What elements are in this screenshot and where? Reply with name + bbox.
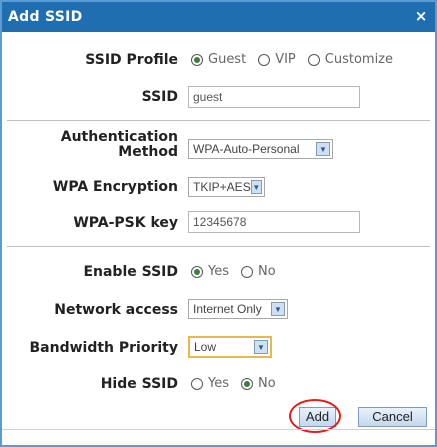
section-divider: [7, 120, 430, 121]
enable-ssid-label: Enable SSID: [83, 264, 178, 280]
chevron-down-icon: ▼: [271, 302, 285, 316]
bandwidth-priority-select[interactable]: Low ▼: [188, 336, 272, 358]
network-access-value: Internet Only: [193, 302, 262, 316]
enable-ssid-option-label: No: [258, 264, 276, 279]
section-divider: [7, 246, 430, 247]
enable-ssid-option-yes[interactable]: Yes: [191, 264, 229, 279]
cancel-button[interactable]: Cancel: [358, 407, 427, 427]
wpa-encryption-value: TKIP+AES: [193, 180, 251, 194]
bandwidth-priority-label: Bandwidth Priority: [29, 340, 179, 356]
authentication-method-select[interactable]: WPA-Auto-Personal ▼: [188, 139, 333, 159]
dialog-title: Add SSID: [8, 9, 83, 25]
ssid-profile-option-vip[interactable]: VIP: [258, 52, 296, 67]
enable-ssid-option-no[interactable]: No: [241, 264, 276, 279]
radio-unselected-icon: [241, 265, 253, 278]
wpa-encryption-label: WPA Encryption: [52, 179, 178, 195]
radio-selected-icon: [241, 377, 253, 390]
add-button[interactable]: Add: [299, 407, 336, 427]
ssid-profile-option-customize[interactable]: Customize: [307, 52, 394, 67]
bandwidth-priority-value: Low: [194, 340, 217, 354]
hide-ssid-option-no[interactable]: No: [241, 376, 276, 391]
hide-ssid-radio-group: Yes No: [191, 376, 288, 391]
ssid-label: SSID: [141, 89, 178, 105]
add-ssid-dialog: Add SSID × SSID Profile Guest VIP Custom…: [0, 0, 437, 447]
wpa-psk-key-label: WPA-PSK key: [73, 215, 178, 231]
radio-selected-icon: [191, 53, 203, 66]
chevron-down-icon: ▼: [254, 340, 268, 354]
authentication-method-label: Authentication Method: [60, 129, 178, 160]
enable-ssid-radio-group: Yes No: [191, 264, 288, 279]
radio-unselected-icon: [307, 53, 320, 66]
ssid-profile-option-guest[interactable]: Guest: [191, 52, 246, 67]
network-access-select[interactable]: Internet Only ▼: [188, 299, 288, 319]
chevron-down-icon: ▼: [316, 142, 330, 156]
enable-ssid-option-label: Yes: [208, 264, 229, 279]
authentication-method-value: WPA-Auto-Personal: [193, 142, 300, 156]
wpa-encryption-select[interactable]: TKIP+AES ▼: [188, 177, 265, 197]
hide-ssid-label: Hide SSID: [100, 376, 178, 392]
hide-ssid-option-label: Yes: [208, 376, 229, 391]
wpa-psk-key-input[interactable]: 12345678: [188, 211, 360, 233]
close-icon[interactable]: ×: [412, 6, 430, 26]
hide-ssid-option-label: No: [258, 376, 276, 391]
dialog-titlebar: Add SSID ×: [2, 2, 435, 32]
network-access-label: Network access: [54, 302, 178, 318]
radio-unselected-icon: [191, 377, 203, 390]
ssid-profile-option-label: VIP: [275, 52, 296, 67]
ssid-profile-option-label: Customize: [324, 52, 394, 67]
chevron-down-icon: ▼: [250, 180, 262, 194]
ssid-profile-label: SSID Profile: [85, 52, 178, 68]
radio-unselected-icon: [258, 53, 271, 66]
ssid-input[interactable]: guest: [188, 86, 360, 108]
radio-selected-icon: [191, 265, 203, 278]
hide-ssid-option-yes[interactable]: Yes: [191, 376, 229, 391]
ssid-profile-radio-group: Guest VIP Customize: [191, 52, 393, 67]
ssid-profile-option-label: Guest: [208, 52, 247, 67]
dialog-footer-line: [2, 429, 435, 430]
